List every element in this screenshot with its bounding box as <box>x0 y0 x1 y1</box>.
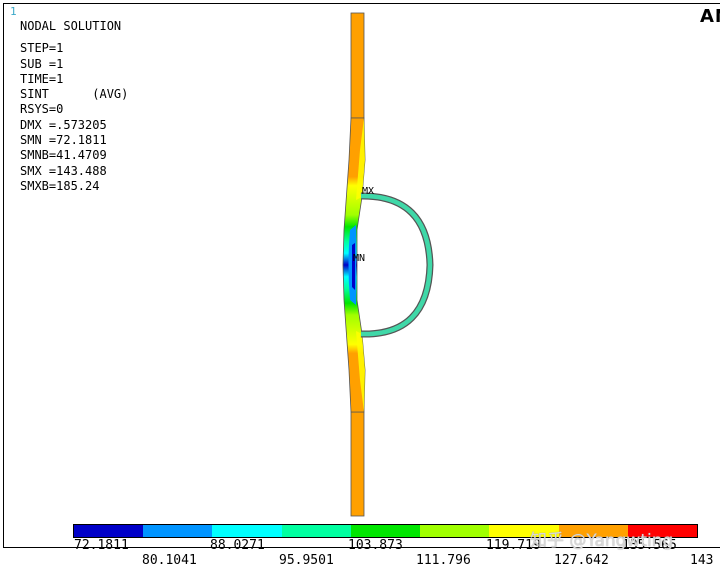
legend-swatch <box>281 525 351 537</box>
legend-label: 127.642 <box>554 553 609 568</box>
legend-swatch <box>143 525 213 537</box>
legend-swatch <box>212 525 282 537</box>
legend-swatch <box>350 525 421 537</box>
legend-swatch <box>74 525 144 537</box>
contour-plot[interactable]: MX MN <box>0 0 720 572</box>
legend-label: 88.0271 <box>210 538 265 553</box>
watermark: 知乎 @Yangwting <box>530 531 674 551</box>
legend-label: 95.9501 <box>279 553 334 568</box>
max-label: MX <box>362 186 374 197</box>
legend-swatch <box>420 525 490 537</box>
legend-label: 72.1811 <box>74 538 129 553</box>
legend-label: 143 <box>690 553 714 568</box>
legend-label: 103.873 <box>348 538 403 553</box>
shell-min-core <box>352 243 355 290</box>
legend-label: 111.796 <box>416 553 471 568</box>
shell-upper <box>350 12 365 119</box>
shell-lower <box>350 411 365 517</box>
legend-label: 80.1041 <box>142 553 197 568</box>
nozzle-ring-outer <box>360 192 434 338</box>
min-label: MN <box>353 253 365 264</box>
